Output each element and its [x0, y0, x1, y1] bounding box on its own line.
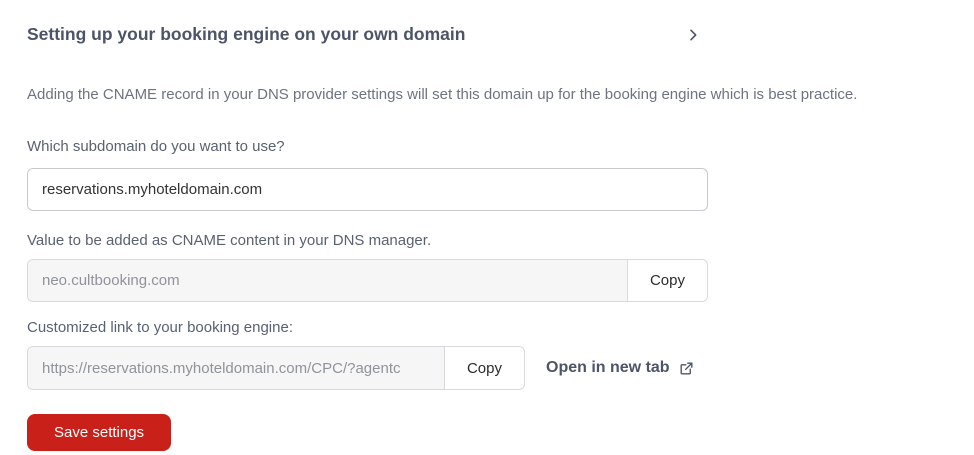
open-in-new-tab-link[interactable]: Open in new tab — [546, 359, 694, 377]
save-settings-button[interactable]: Save settings — [27, 414, 172, 452]
cname-label: Value to be added as CNAME content in yo… — [27, 232, 432, 250]
section-description: Adding the CNAME record in your DNS prov… — [27, 85, 858, 103]
booking-engine-settings-panel: Setting up your booking engine on your o… — [0, 0, 974, 452]
section-header: Setting up your booking engine on your o… — [27, 24, 703, 46]
cname-value-input[interactable] — [28, 260, 627, 302]
custom-link-row: Copy Open in new tab — [27, 336, 974, 391]
page-title: Setting up your booking engine on your o… — [27, 24, 466, 44]
chevron-right-icon[interactable] — [683, 25, 703, 45]
cname-input-group: Copy — [27, 259, 708, 303]
external-link-icon — [679, 361, 694, 376]
copy-link-button[interactable]: Copy — [443, 347, 524, 390]
custom-link-label: Customized link to your booking engine: — [27, 319, 293, 337]
open-in-new-tab-label: Open in new tab — [546, 359, 670, 377]
copy-cname-button[interactable]: Copy — [626, 260, 707, 302]
subdomain-input[interactable] — [27, 168, 708, 212]
subdomain-label: Which subdomain do you want to use? — [27, 138, 285, 156]
custom-link-input[interactable] — [28, 347, 444, 390]
custom-link-input-group: Copy — [27, 346, 525, 391]
